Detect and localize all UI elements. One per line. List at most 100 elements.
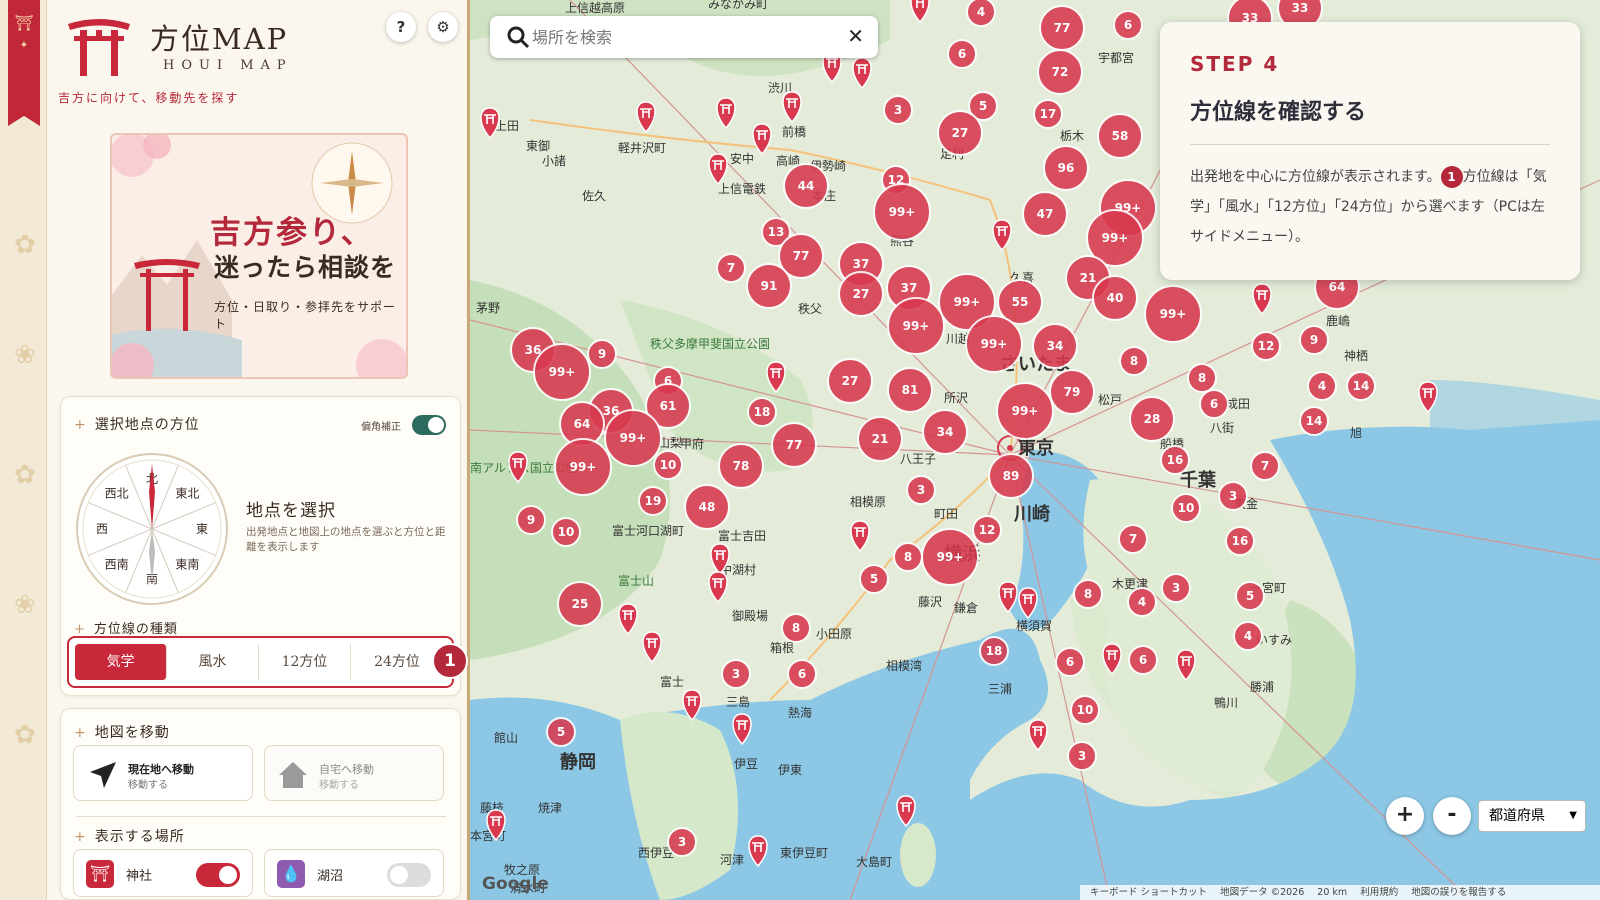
cluster-marker[interactable]: 3 (1161, 573, 1191, 603)
cluster-marker[interactable]: 58 (1097, 113, 1143, 159)
cluster-marker[interactable]: 17 (1033, 99, 1063, 129)
menu-ribbon[interactable]: ⛩ ✦ (8, 0, 40, 126)
help-button[interactable]: ? (386, 12, 416, 42)
cluster-marker[interactable]: 3 (1218, 481, 1248, 511)
cluster-marker[interactable]: 9 (516, 505, 546, 535)
cluster-marker[interactable]: 5 (1235, 581, 1265, 611)
settings-button[interactable]: ⚙ (428, 12, 458, 42)
cluster-marker[interactable]: 99+ (965, 315, 1023, 373)
prefecture-select[interactable]: 都道府県 ▼ (1478, 800, 1586, 832)
cluster-marker[interactable]: 99+ (554, 438, 612, 496)
keyboard-shortcuts-link[interactable]: キーボード ショートカット (1090, 887, 1207, 898)
cluster-marker[interactable]: 3 (906, 475, 936, 505)
zoom-out-button[interactable]: - (1433, 797, 1471, 835)
cluster-marker[interactable]: 99+ (996, 382, 1054, 440)
cluster-marker[interactable]: 8 (1073, 579, 1103, 609)
cluster-marker[interactable]: 6 (1113, 10, 1143, 40)
cluster-marker[interactable]: 16 (1225, 526, 1255, 556)
cluster-marker[interactable]: 6 (1055, 647, 1085, 677)
cluster-marker[interactable]: 34 (922, 409, 968, 455)
cluster-marker[interactable]: 99+ (887, 297, 945, 355)
cluster-marker[interactable]: 44 (783, 163, 829, 209)
cluster-marker[interactable]: 27 (838, 271, 884, 317)
cluster-marker[interactable]: 96 (1043, 145, 1089, 191)
cluster-marker[interactable]: 77 (1039, 5, 1085, 51)
cluster-marker[interactable]: 8 (1187, 363, 1217, 393)
cluster-marker[interactable]: 6 (1128, 645, 1158, 675)
cluster-marker[interactable]: 5 (859, 564, 889, 594)
cluster-marker[interactable]: 7 (1250, 451, 1280, 481)
home-button[interactable]: 自宅へ移動 移動する (264, 745, 444, 801)
line-type-12[interactable]: 12方位 (259, 644, 351, 680)
cluster-marker[interactable]: 3 (667, 827, 697, 857)
cluster-marker[interactable]: 72 (1037, 49, 1083, 95)
cluster-marker[interactable]: 21 (857, 416, 903, 462)
cluster-marker[interactable]: 5 (546, 717, 576, 747)
lake-toggle[interactable] (387, 863, 431, 887)
cluster-marker[interactable]: 91 (746, 263, 792, 309)
cluster-marker[interactable]: 10 (1171, 493, 1201, 523)
cluster-marker[interactable]: 3 (883, 95, 913, 125)
cluster-marker[interactable]: 7 (716, 253, 746, 283)
report-link[interactable]: 地図の誤りを報告する (1411, 887, 1506, 898)
cluster-marker[interactable]: 77 (771, 422, 817, 468)
cluster-marker[interactable]: 8 (781, 613, 811, 643)
cluster-marker[interactable]: 4 (1307, 371, 1337, 401)
cluster-marker[interactable]: 12 (1251, 331, 1281, 361)
cluster-marker[interactable]: 6 (947, 39, 977, 69)
cluster-marker[interactable]: 9 (587, 339, 617, 369)
cluster-marker[interactable]: 28 (1129, 396, 1175, 442)
cluster-marker[interactable]: 10 (1070, 695, 1100, 725)
line-type-24[interactable]: 24方位 (351, 644, 443, 680)
cluster-marker[interactable]: 14 (1346, 371, 1376, 401)
compass-dial[interactable]: 北東北東東南南西南西西北 (75, 452, 229, 606)
cluster-marker[interactable]: 4 (1127, 587, 1157, 617)
cluster-marker[interactable]: 3 (1067, 741, 1097, 771)
cluster-marker[interactable]: 16 (1160, 445, 1190, 475)
cluster-marker[interactable]: 8 (1119, 346, 1149, 376)
cluster-marker[interactable]: 99+ (921, 528, 979, 586)
current-location-button[interactable]: 現在地へ移動 移動する (73, 745, 253, 801)
cluster-marker[interactable]: 48 (684, 484, 730, 530)
cluster-marker[interactable]: 47 (1022, 191, 1068, 237)
declination-toggle[interactable] (412, 415, 446, 435)
cluster-marker[interactable]: 25 (557, 581, 603, 627)
place-lake[interactable]: 💧 湖沼 (264, 849, 444, 897)
consult-banner[interactable]: 吉方参り、 迷ったら相談を 方位・日取り・参拝先をサポート (110, 133, 408, 379)
close-icon[interactable]: ✕ (847, 24, 864, 48)
cluster-marker[interactable]: 99+ (533, 343, 591, 401)
cluster-marker[interactable]: 18 (979, 636, 1009, 666)
place-shrine[interactable]: ⛩ 神社 (73, 849, 253, 897)
cluster-marker[interactable]: 89 (988, 453, 1034, 499)
cluster-marker[interactable]: 4 (966, 0, 996, 27)
cluster-marker[interactable]: 79 (1049, 369, 1095, 415)
cluster-marker[interactable]: 14 (1299, 406, 1329, 436)
cluster-marker[interactable]: 6 (787, 659, 817, 689)
cluster-marker[interactable]: 18 (747, 397, 777, 427)
cluster-marker[interactable]: 78 (718, 443, 764, 489)
search-input[interactable] (532, 24, 822, 50)
cluster-marker[interactable]: 8 (893, 542, 923, 572)
line-type-fusui[interactable]: 風水 (167, 644, 259, 680)
cluster-marker[interactable]: 99+ (604, 409, 662, 467)
line-type-kigaku[interactable]: 気学 (75, 644, 167, 680)
cluster-marker[interactable]: 81 (887, 367, 933, 413)
cluster-marker[interactable]: 34 (1032, 323, 1078, 369)
cluster-marker[interactable]: 27 (937, 110, 983, 156)
cluster-marker[interactable]: 10 (653, 450, 683, 480)
cluster-marker[interactable]: 4 (1233, 621, 1263, 651)
cluster-marker[interactable]: 27 (827, 358, 873, 404)
zoom-in-button[interactable]: + (1386, 797, 1424, 835)
cluster-marker[interactable]: 99+ (1144, 285, 1202, 343)
cluster-marker[interactable]: 3 (721, 659, 751, 689)
shrine-toggle[interactable] (196, 863, 240, 887)
cluster-marker[interactable]: 6 (1199, 389, 1229, 419)
cluster-marker[interactable]: 9 (1299, 325, 1329, 355)
cluster-marker[interactable]: 19 (638, 486, 668, 516)
cluster-marker[interactable]: 12 (972, 515, 1002, 545)
cluster-marker[interactable]: 40 (1092, 275, 1138, 321)
search-bar[interactable]: ✕ (490, 16, 878, 58)
cluster-marker[interactable]: 10 (551, 517, 581, 547)
cluster-marker[interactable]: 99+ (873, 183, 931, 241)
cluster-marker[interactable]: 7 (1118, 524, 1148, 554)
